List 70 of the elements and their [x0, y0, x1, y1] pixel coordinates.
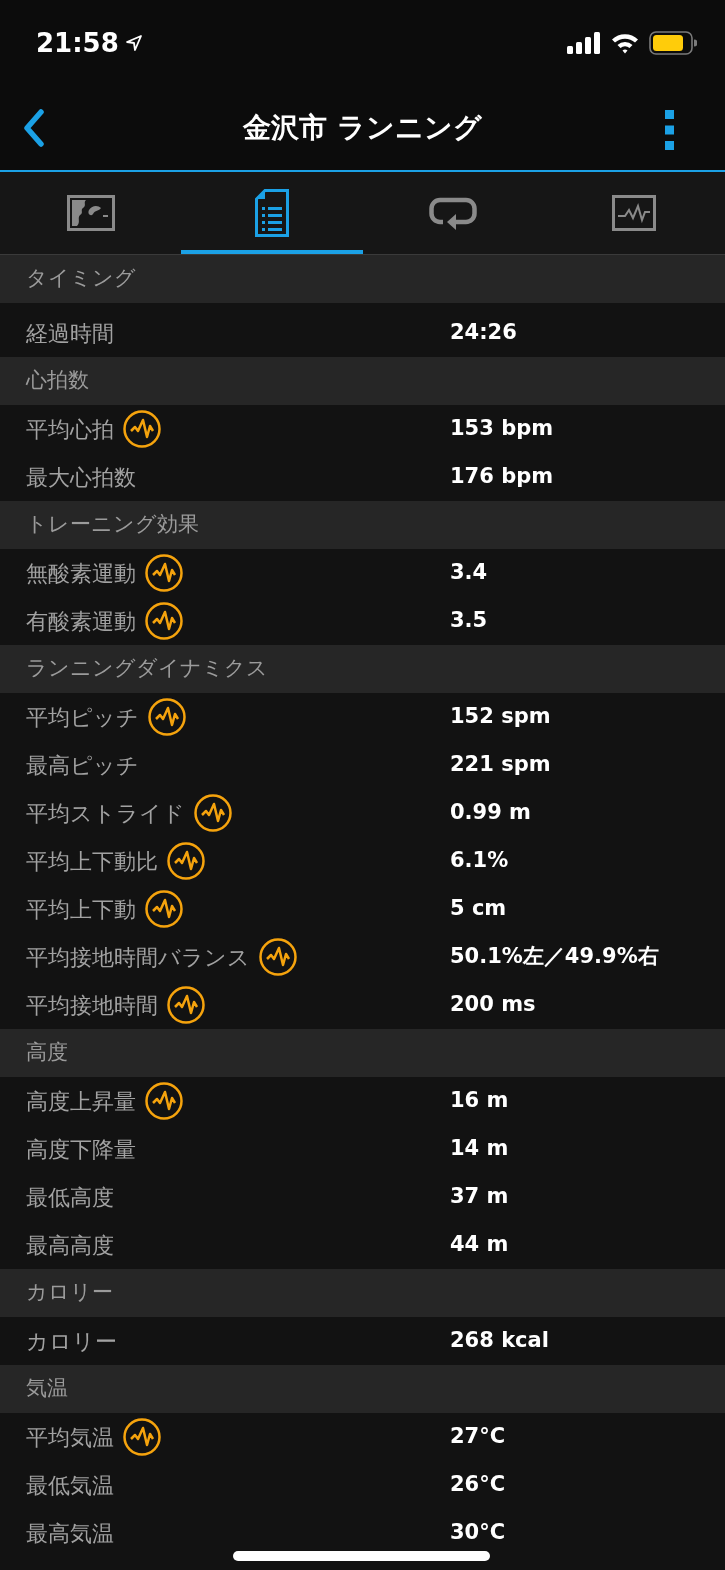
activity-chart-icon[interactable] [123, 410, 161, 448]
activity-chart-icon[interactable] [145, 890, 183, 928]
metric-label: 平均上下動 [26, 895, 136, 924]
metric-value: 5 cm [450, 895, 508, 923]
section-header: カロリー [0, 1269, 725, 1317]
metric-value: 50.1%左／49.9%右 [450, 943, 660, 971]
metric-value: 152 spm [450, 703, 552, 731]
section-header: 気温 [0, 1365, 725, 1413]
metric-value: 14 m [450, 1135, 510, 1163]
back-chevron-icon [23, 109, 45, 147]
activity-chart-icon[interactable] [167, 986, 205, 1024]
metric-label: 経過時間 [26, 319, 114, 348]
section-header: ランニングダイナミクス [0, 645, 725, 693]
activity-chart-icon[interactable] [259, 938, 297, 976]
metric-label: 最高気温 [26, 1519, 114, 1548]
metric-value: 27°C [450, 1423, 507, 1451]
metric-value: 24:26 [450, 319, 518, 347]
metric-value: 30°C [450, 1519, 507, 1547]
more-menu-icon [664, 110, 674, 150]
metric-value: 153 bpm [450, 415, 555, 443]
metric-value: 26°C [450, 1471, 507, 1499]
section-header: 高度 [0, 1029, 725, 1077]
signal-icon [567, 32, 601, 54]
loop-arrows-icon [429, 195, 478, 231]
line-chart-icon [612, 195, 657, 231]
metric-label: 平均心拍 [26, 415, 114, 444]
activity-chart-icon[interactable] [194, 794, 232, 832]
metric-value: 6.1% [450, 847, 510, 875]
metric-value: 16 m [450, 1087, 510, 1115]
metric-label: 平均ストライド [26, 799, 185, 828]
activity-chart-icon[interactable] [145, 602, 183, 640]
metric-value: 200 ms [450, 991, 537, 1019]
wifi-icon [611, 32, 639, 54]
metric-label: 高度上昇量 [26, 1087, 136, 1116]
map-icon [66, 195, 115, 231]
page-title: 金沢市 ランニング [243, 110, 482, 146]
metric-label: 平均気温 [26, 1423, 114, 1452]
location-arrow-icon [124, 34, 143, 52]
status-time: 21:58 [36, 30, 119, 56]
metric-value: 268 kcal [450, 1327, 550, 1355]
metric-label: 最高ピッチ [26, 751, 139, 780]
activity-chart-icon[interactable] [145, 1082, 183, 1120]
metric-label: カロリー [26, 1327, 117, 1356]
metric-value: 44 m [450, 1231, 510, 1259]
document-list-icon [254, 189, 289, 237]
metric-label: 最大心拍数 [26, 463, 136, 492]
section-header: 心拍数 [0, 357, 725, 405]
section-header: タイミング [0, 255, 725, 303]
activity-chart-icon[interactable] [145, 554, 183, 592]
metric-label: 無酸素運動 [26, 559, 136, 588]
activity-chart-icon[interactable] [167, 842, 205, 880]
metric-label: 高度下降量 [26, 1135, 136, 1164]
metric-value: 0.99 m [450, 799, 532, 827]
section-header: トレーニング効果 [0, 501, 725, 549]
activity-chart-icon[interactable] [123, 1418, 161, 1456]
metric-value: 221 spm [450, 751, 552, 779]
metric-label: 最低高度 [26, 1183, 114, 1212]
metric-value: 176 bpm [450, 463, 555, 491]
metric-value: 3.5 [450, 607, 489, 635]
metric-label: 平均上下動比 [26, 847, 158, 876]
metric-value: 37 m [450, 1183, 510, 1211]
metric-value: 3.4 [450, 559, 489, 587]
metric-label: 有酸素運動 [26, 607, 136, 636]
metric-label: 最低気温 [26, 1471, 114, 1500]
metric-label: 平均接地時間バランス [26, 943, 250, 972]
metric-label: 平均ピッチ [26, 703, 139, 732]
activity-chart-icon[interactable] [148, 698, 186, 736]
battery-icon [649, 31, 697, 55]
metric-label: 平均接地時間 [26, 991, 158, 1020]
metric-label: 最高高度 [26, 1231, 114, 1260]
